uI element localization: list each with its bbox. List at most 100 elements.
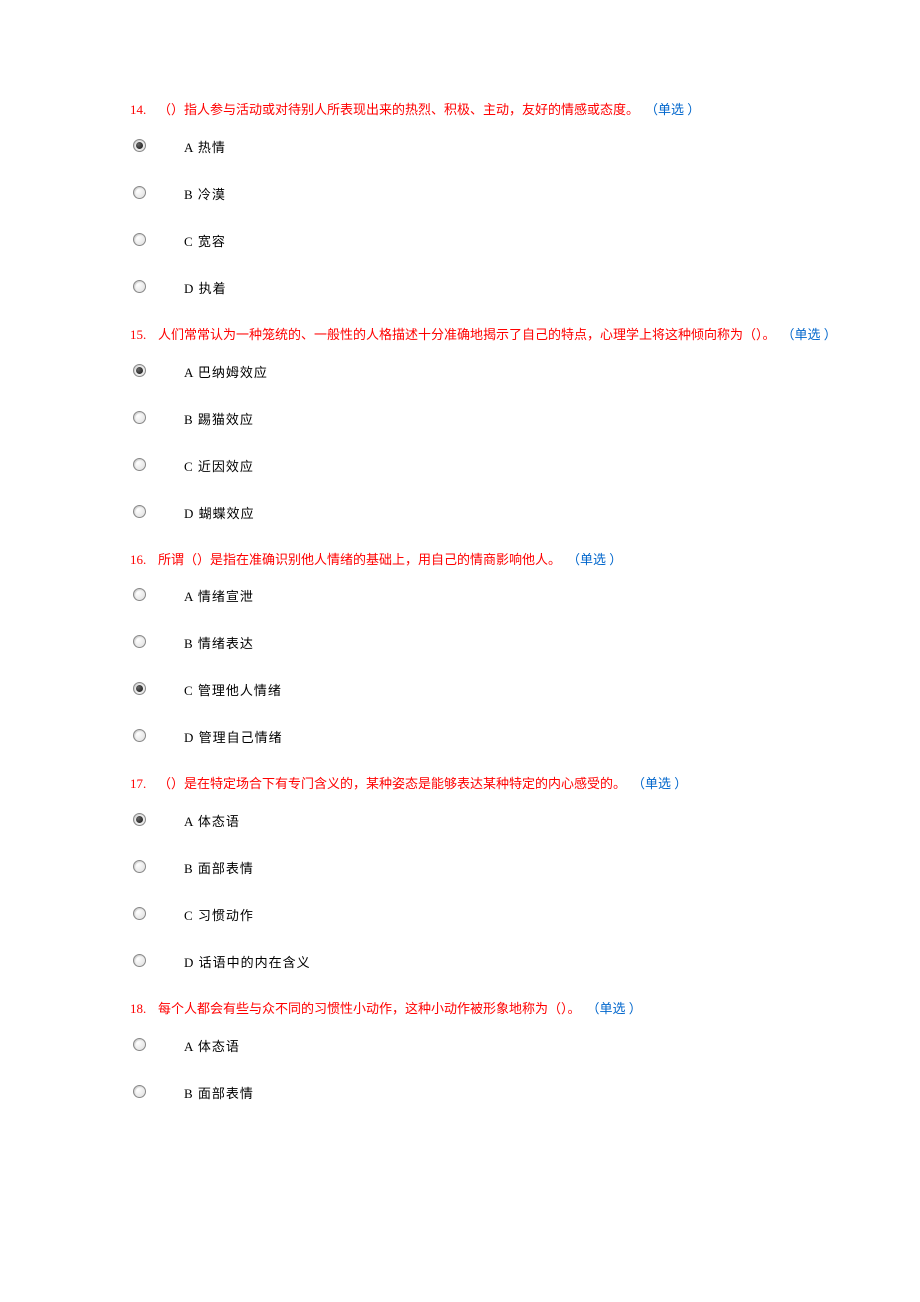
option-row[interactable]: C 宽容 bbox=[130, 231, 920, 250]
option-text: C 管理他人情绪 bbox=[184, 680, 282, 699]
radio-unchecked-icon bbox=[133, 458, 146, 471]
question-header: 16.所谓（）是指在准确识别他人情绪的基础上，用自己的情商影响他人。 （单选 ） bbox=[130, 550, 920, 571]
option-text: B 面部表情 bbox=[184, 1083, 254, 1102]
option-row[interactable]: C 近因效应 bbox=[130, 456, 920, 475]
question-type-label: （单选 ） bbox=[567, 550, 622, 571]
radio-unchecked-icon bbox=[133, 1038, 146, 1051]
radio-checked-icon bbox=[133, 139, 146, 152]
option-row[interactable]: A 体态语 bbox=[130, 811, 920, 830]
radio-button[interactable] bbox=[130, 277, 148, 295]
question-number: 16. bbox=[130, 550, 158, 571]
option-row[interactable]: C 习惯动作 bbox=[130, 905, 920, 924]
question-text: 所谓（）是指在准确识别他人情绪的基础上，用自己的情商影响他人。 bbox=[158, 550, 561, 571]
question-header: 18.每个人都会有些与众不同的习惯性小动作，这种小动作被形象地称为（）。（单选 … bbox=[130, 999, 920, 1020]
option-row[interactable]: B 情绪表达 bbox=[130, 633, 920, 652]
radio-button[interactable] bbox=[130, 1035, 148, 1053]
radio-checked-icon bbox=[133, 682, 146, 695]
radio-unchecked-icon bbox=[133, 280, 146, 293]
radio-unchecked-icon bbox=[133, 860, 146, 873]
radio-button[interactable] bbox=[130, 408, 148, 426]
radio-unchecked-icon bbox=[133, 954, 146, 967]
options-list: A 巴纳姆效应 B 踢猫效应 C 近因效应 D 蝴蝶效应 bbox=[130, 362, 920, 522]
question-header: 15.人们常常认为一种笼统的、一般性的人格描述十分准确地揭示了自己的特点，心理学… bbox=[130, 325, 920, 346]
radio-button[interactable] bbox=[130, 183, 148, 201]
question-text: 人们常常认为一种笼统的、一般性的人格描述十分准确地揭示了自己的特点，心理学上将这… bbox=[158, 325, 776, 346]
option-text: A 情绪宣泄 bbox=[184, 586, 254, 605]
radio-button[interactable] bbox=[130, 586, 148, 604]
option-text: A 体态语 bbox=[184, 811, 240, 830]
radio-button[interactable] bbox=[130, 727, 148, 745]
question: 17.（）是在特定场合下有专门含义的，某种姿态是能够表达某种特定的内心感受的。（… bbox=[130, 774, 920, 971]
question-number: 15. bbox=[130, 325, 158, 346]
option-row[interactable]: A 巴纳姆效应 bbox=[130, 362, 920, 381]
option-text: A 巴纳姆效应 bbox=[184, 362, 268, 381]
radio-button[interactable] bbox=[130, 811, 148, 829]
question-type-label: （单选 ） bbox=[632, 774, 687, 795]
option-text: B 冷漠 bbox=[184, 184, 226, 203]
question: 14.（）指人参与活动或对待别人所表现出来的热烈、积极、主动，友好的情感或态度。… bbox=[130, 100, 920, 297]
radio-unchecked-icon bbox=[133, 411, 146, 424]
radio-checked-icon bbox=[133, 813, 146, 826]
question-number: 14. bbox=[130, 100, 158, 121]
question-header: 17.（）是在特定场合下有专门含义的，某种姿态是能够表达某种特定的内心感受的。（… bbox=[130, 774, 920, 795]
radio-unchecked-icon bbox=[133, 588, 146, 601]
option-row[interactable]: D 话语中的内在含义 bbox=[130, 952, 920, 971]
question-number: 18. bbox=[130, 999, 158, 1020]
radio-button[interactable] bbox=[130, 633, 148, 651]
option-text: B 情绪表达 bbox=[184, 633, 254, 652]
option-row[interactable]: B 面部表情 bbox=[130, 1083, 920, 1102]
radio-button[interactable] bbox=[130, 361, 148, 379]
question: 16.所谓（）是指在准确识别他人情绪的基础上，用自己的情商影响他人。 （单选 ） A… bbox=[130, 550, 920, 747]
question-text: （）指人参与活动或对待别人所表现出来的热烈、积极、主动，友好的情感或态度。 bbox=[158, 100, 639, 121]
question-header: 14.（）指人参与活动或对待别人所表现出来的热烈、积极、主动，友好的情感或态度。… bbox=[130, 100, 920, 121]
option-row[interactable]: B 冷漠 bbox=[130, 184, 920, 203]
radio-unchecked-icon bbox=[133, 1085, 146, 1098]
option-row[interactable]: C 管理他人情绪 bbox=[130, 680, 920, 699]
option-row[interactable]: A 热情 bbox=[130, 137, 920, 156]
option-text: C 习惯动作 bbox=[184, 905, 254, 924]
option-row[interactable]: A 情绪宣泄 bbox=[130, 586, 920, 605]
option-text: C 近因效应 bbox=[184, 456, 254, 475]
radio-button[interactable] bbox=[130, 455, 148, 473]
option-row[interactable]: D 执着 bbox=[130, 278, 920, 297]
option-row[interactable]: D 蝴蝶效应 bbox=[130, 503, 920, 522]
quiz-container: 14.（）指人参与活动或对待别人所表现出来的热烈、积极、主动，友好的情感或态度。… bbox=[130, 100, 920, 1102]
option-text: B 踢猫效应 bbox=[184, 409, 254, 428]
option-row[interactable]: B 面部表情 bbox=[130, 858, 920, 877]
options-list: A 情绪宣泄 B 情绪表达 C 管理他人情绪 D 管理自己情绪 bbox=[130, 586, 920, 746]
radio-button[interactable] bbox=[130, 502, 148, 520]
option-row[interactable]: A 体态语 bbox=[130, 1036, 920, 1055]
radio-button[interactable] bbox=[130, 230, 148, 248]
option-text: C 宽容 bbox=[184, 231, 226, 250]
question: 18.每个人都会有些与众不同的习惯性小动作，这种小动作被形象地称为（）。（单选 … bbox=[130, 999, 920, 1102]
options-list: A 热情 B 冷漠 C 宽容 D 执着 bbox=[130, 137, 920, 297]
radio-unchecked-icon bbox=[133, 233, 146, 246]
options-list: A 体态语 B 面部表情 C 习惯动作 D 话语中的内在含义 bbox=[130, 811, 920, 971]
radio-unchecked-icon bbox=[133, 186, 146, 199]
question-type-label: （单选 ） bbox=[782, 325, 837, 346]
option-text: A 热情 bbox=[184, 137, 226, 156]
option-text: D 管理自己情绪 bbox=[184, 727, 283, 746]
radio-unchecked-icon bbox=[133, 505, 146, 518]
radio-checked-icon bbox=[133, 364, 146, 377]
option-text: D 话语中的内在含义 bbox=[184, 952, 311, 971]
radio-button[interactable] bbox=[130, 952, 148, 970]
option-row[interactable]: B 踢猫效应 bbox=[130, 409, 920, 428]
radio-unchecked-icon bbox=[133, 635, 146, 648]
option-text: A 体态语 bbox=[184, 1036, 240, 1055]
radio-unchecked-icon bbox=[133, 729, 146, 742]
options-list: A 体态语 B 面部表情 bbox=[130, 1036, 920, 1102]
question: 15.人们常常认为一种笼统的、一般性的人格描述十分准确地揭示了自己的特点，心理学… bbox=[130, 325, 920, 522]
option-row[interactable]: D 管理自己情绪 bbox=[130, 727, 920, 746]
radio-button[interactable] bbox=[130, 1082, 148, 1100]
radio-button[interactable] bbox=[130, 858, 148, 876]
question-number: 17. bbox=[130, 774, 158, 795]
radio-unchecked-icon bbox=[133, 907, 146, 920]
option-text: D 蝴蝶效应 bbox=[184, 503, 255, 522]
option-text: D 执着 bbox=[184, 278, 227, 297]
question-type-label: （单选 ） bbox=[587, 999, 642, 1020]
radio-button[interactable] bbox=[130, 680, 148, 698]
radio-button[interactable] bbox=[130, 905, 148, 923]
radio-button[interactable] bbox=[130, 136, 148, 154]
question-type-label: （单选 ） bbox=[645, 100, 700, 121]
